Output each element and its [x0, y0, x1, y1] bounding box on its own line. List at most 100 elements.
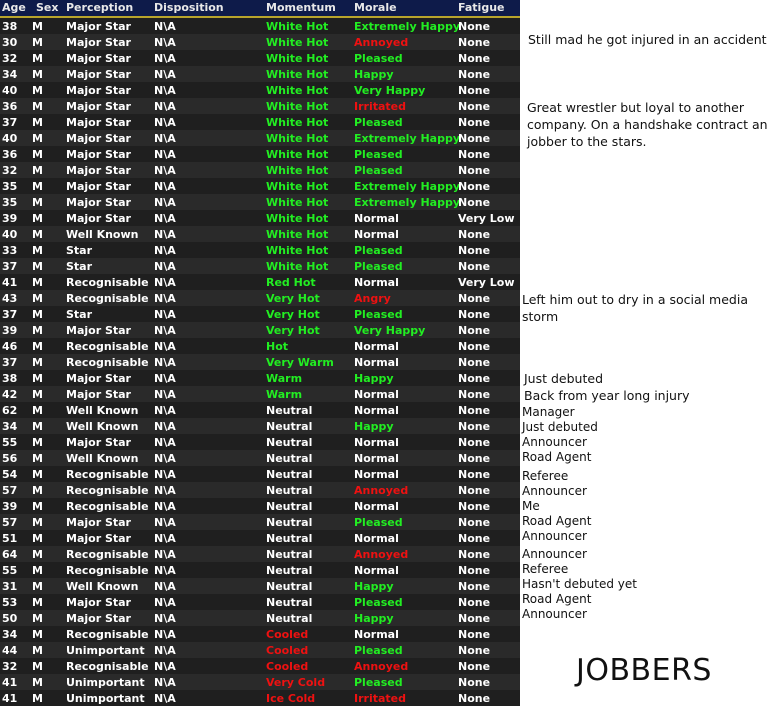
table-row[interactable]: 64 M Recognisable N\A Neutral Annoyed None	[0, 546, 520, 562]
cell-disposition: N\A	[154, 52, 176, 65]
cell-perception: Recognisable	[66, 484, 149, 497]
cell-morale: Normal	[354, 404, 399, 417]
cell-sex: M	[32, 516, 43, 529]
table-row[interactable]: 46 M Recognisable N\A Hot Normal None	[0, 338, 520, 354]
table-row[interactable]: 33 M Star N\A White Hot Pleased None	[0, 242, 520, 258]
cell-fatigue: None	[458, 420, 491, 433]
cell-morale: Pleased	[354, 244, 403, 257]
note-announcer-5: Announcer	[522, 607, 587, 621]
note-road-agent-2: Road Agent	[522, 514, 592, 528]
cell-momentum: Neutral	[266, 516, 313, 529]
cell-fatigue: None	[458, 52, 491, 65]
table-row[interactable]: 39 M Major Star N\A Very Hot Very Happy None	[0, 322, 520, 338]
table-row[interactable]: 32 M Recognisable N\A Cooled Annoyed None	[0, 658, 520, 674]
column-header-age[interactable]: Age	[2, 1, 26, 14]
cell-fatigue: None	[458, 484, 491, 497]
cell-disposition: N\A	[154, 628, 176, 641]
cell-disposition: N\A	[154, 692, 176, 705]
cell-perception: Major Star	[66, 532, 131, 545]
cell-fatigue: None	[458, 100, 491, 113]
table-row[interactable]: 56 M Well Known N\A Neutral Normal None	[0, 450, 520, 466]
table-row[interactable]: 57 M Major Star N\A Neutral Pleased None	[0, 514, 520, 530]
cell-fatigue: None	[458, 148, 491, 161]
cell-sex: M	[32, 548, 43, 561]
cell-disposition: N\A	[154, 564, 176, 577]
table-row[interactable]: 50 M Major Star N\A Neutral Happy None	[0, 610, 520, 626]
cell-morale: Extremely Happy	[354, 132, 460, 145]
table-row[interactable]: 37 M Recognisable N\A Very Warm Normal None	[0, 354, 520, 370]
cell-disposition: N\A	[154, 596, 176, 609]
table-row[interactable]: 36 M Major Star N\A White Hot Irritated None	[0, 98, 520, 114]
table-row[interactable]: 32 M Major Star N\A White Hot Pleased None	[0, 50, 520, 66]
table-row[interactable]: 37 M Major Star N\A White Hot Pleased None	[0, 114, 520, 130]
cell-momentum: Very Hot	[266, 292, 320, 305]
cell-morale: Annoyed	[354, 484, 409, 497]
cell-perception: Major Star	[66, 164, 131, 177]
cell-age: 38	[2, 20, 18, 33]
cell-age: 42	[2, 388, 18, 401]
note-not-debuted: Hasn't debuted yet	[522, 577, 637, 591]
column-header-morale[interactable]: Morale	[354, 1, 397, 14]
note-announcer-3: Announcer	[522, 529, 587, 543]
table-row[interactable]: 44 M Unimportant N\A Cooled Pleased None	[0, 642, 520, 658]
cell-momentum: Cooled	[266, 660, 309, 673]
cell-sex: M	[32, 676, 43, 689]
table-row[interactable]: 40 M Major Star N\A White Hot Very Happy None	[0, 82, 520, 98]
table-row[interactable]: 30 M Major Star N\A White Hot Annoyed None	[0, 34, 520, 50]
cell-sex: M	[32, 500, 43, 513]
column-header-disposition[interactable]: Disposition	[154, 1, 224, 14]
cell-fatigue: None	[458, 676, 491, 689]
table-row[interactable]: 40 M Major Star N\A White Hot Extremely Happy…	[0, 130, 520, 146]
table-row[interactable]: 35 M Major Star N\A White Hot Extremely Happy…	[0, 194, 520, 210]
table-row[interactable]: 39 M Major Star N\A White Hot Normal Very Low	[0, 210, 520, 226]
table-row[interactable]: 62 M Well Known N\A Neutral Normal None	[0, 402, 520, 418]
note-injured: Still mad he got injured in an accident	[528, 32, 767, 47]
cell-age: 51	[2, 532, 18, 545]
table-row[interactable]: 37 M Star N\A Very Hot Pleased None	[0, 306, 520, 322]
table-row[interactable]: 43 M Recognisable N\A Very Hot Angry None	[0, 290, 520, 306]
table-row[interactable]: 41 M Recognisable N\A Red Hot Normal Very Low	[0, 274, 520, 290]
table-row[interactable]: 35 M Major Star N\A White Hot Extremely Happy…	[0, 178, 520, 194]
table-row[interactable]: 38 M Major Star N\A Warm Happy None	[0, 370, 520, 386]
table-row[interactable]: 31 M Well Known N\A Neutral Happy None	[0, 578, 520, 594]
cell-perception: Well Known	[66, 420, 139, 433]
cell-age: 37	[2, 260, 18, 273]
cell-perception: Recognisable	[66, 292, 149, 305]
column-header-perception[interactable]: Perception	[66, 1, 133, 14]
cell-perception: Recognisable	[66, 468, 149, 481]
cell-sex: M	[32, 148, 43, 161]
table-row[interactable]: 54 M Recognisable N\A Neutral Normal None	[0, 466, 520, 482]
table-row[interactable]: 34 M Well Known N\A Neutral Happy None	[0, 418, 520, 434]
table-row[interactable]: 34 M Recognisable N\A Cooled Normal None	[0, 626, 520, 642]
table-row[interactable]: 53 M Major Star N\A Neutral Pleased None	[0, 594, 520, 610]
column-header-fatigue[interactable]: Fatigue	[458, 1, 505, 14]
cell-age: 32	[2, 52, 18, 65]
table-row[interactable]: 34 M Major Star N\A White Hot Happy None	[0, 66, 520, 82]
cell-morale: Normal	[354, 212, 399, 225]
table-row[interactable]: 51 M Major Star N\A Neutral Normal None	[0, 530, 520, 546]
cell-disposition: N\A	[154, 324, 176, 337]
cell-disposition: N\A	[154, 612, 176, 625]
cell-age: 57	[2, 516, 18, 529]
cell-fatigue: None	[458, 692, 491, 705]
table-row[interactable]: 36 M Major Star N\A White Hot Pleased None	[0, 146, 520, 162]
table-row[interactable]: 32 M Major Star N\A White Hot Pleased None	[0, 162, 520, 178]
table-row[interactable]: 57 M Recognisable N\A Neutral Annoyed None	[0, 482, 520, 498]
cell-fatigue: None	[458, 68, 491, 81]
table-row[interactable]: 38 M Major Star N\A White Hot Extremely Happy…	[0, 18, 520, 34]
table-row[interactable]: 39 M Recognisable N\A Neutral Normal None	[0, 498, 520, 514]
column-header-sex[interactable]: Sex	[36, 1, 58, 14]
cell-momentum: Neutral	[266, 612, 313, 625]
note-social-line1: Left him out to dry in a social media	[522, 292, 748, 307]
table-row[interactable]: 40 M Well Known N\A White Hot Normal None	[0, 226, 520, 242]
table-row[interactable]: 55 M Major Star N\A Neutral Normal None	[0, 434, 520, 450]
table-row[interactable]: 37 M Star N\A White Hot Pleased None	[0, 258, 520, 274]
column-header-momentum[interactable]: Momentum	[266, 1, 336, 14]
table-row[interactable]: 55 M Recognisable N\A Neutral Normal None	[0, 562, 520, 578]
cell-age: 53	[2, 596, 18, 609]
cell-momentum: White Hot	[266, 244, 329, 257]
cell-sex: M	[32, 276, 43, 289]
table-row[interactable]: 41 M Unimportant N\A Very Cold Pleased None	[0, 674, 520, 690]
cell-age: 54	[2, 468, 18, 481]
table-row[interactable]: 42 M Major Star N\A Warm Normal None	[0, 386, 520, 402]
